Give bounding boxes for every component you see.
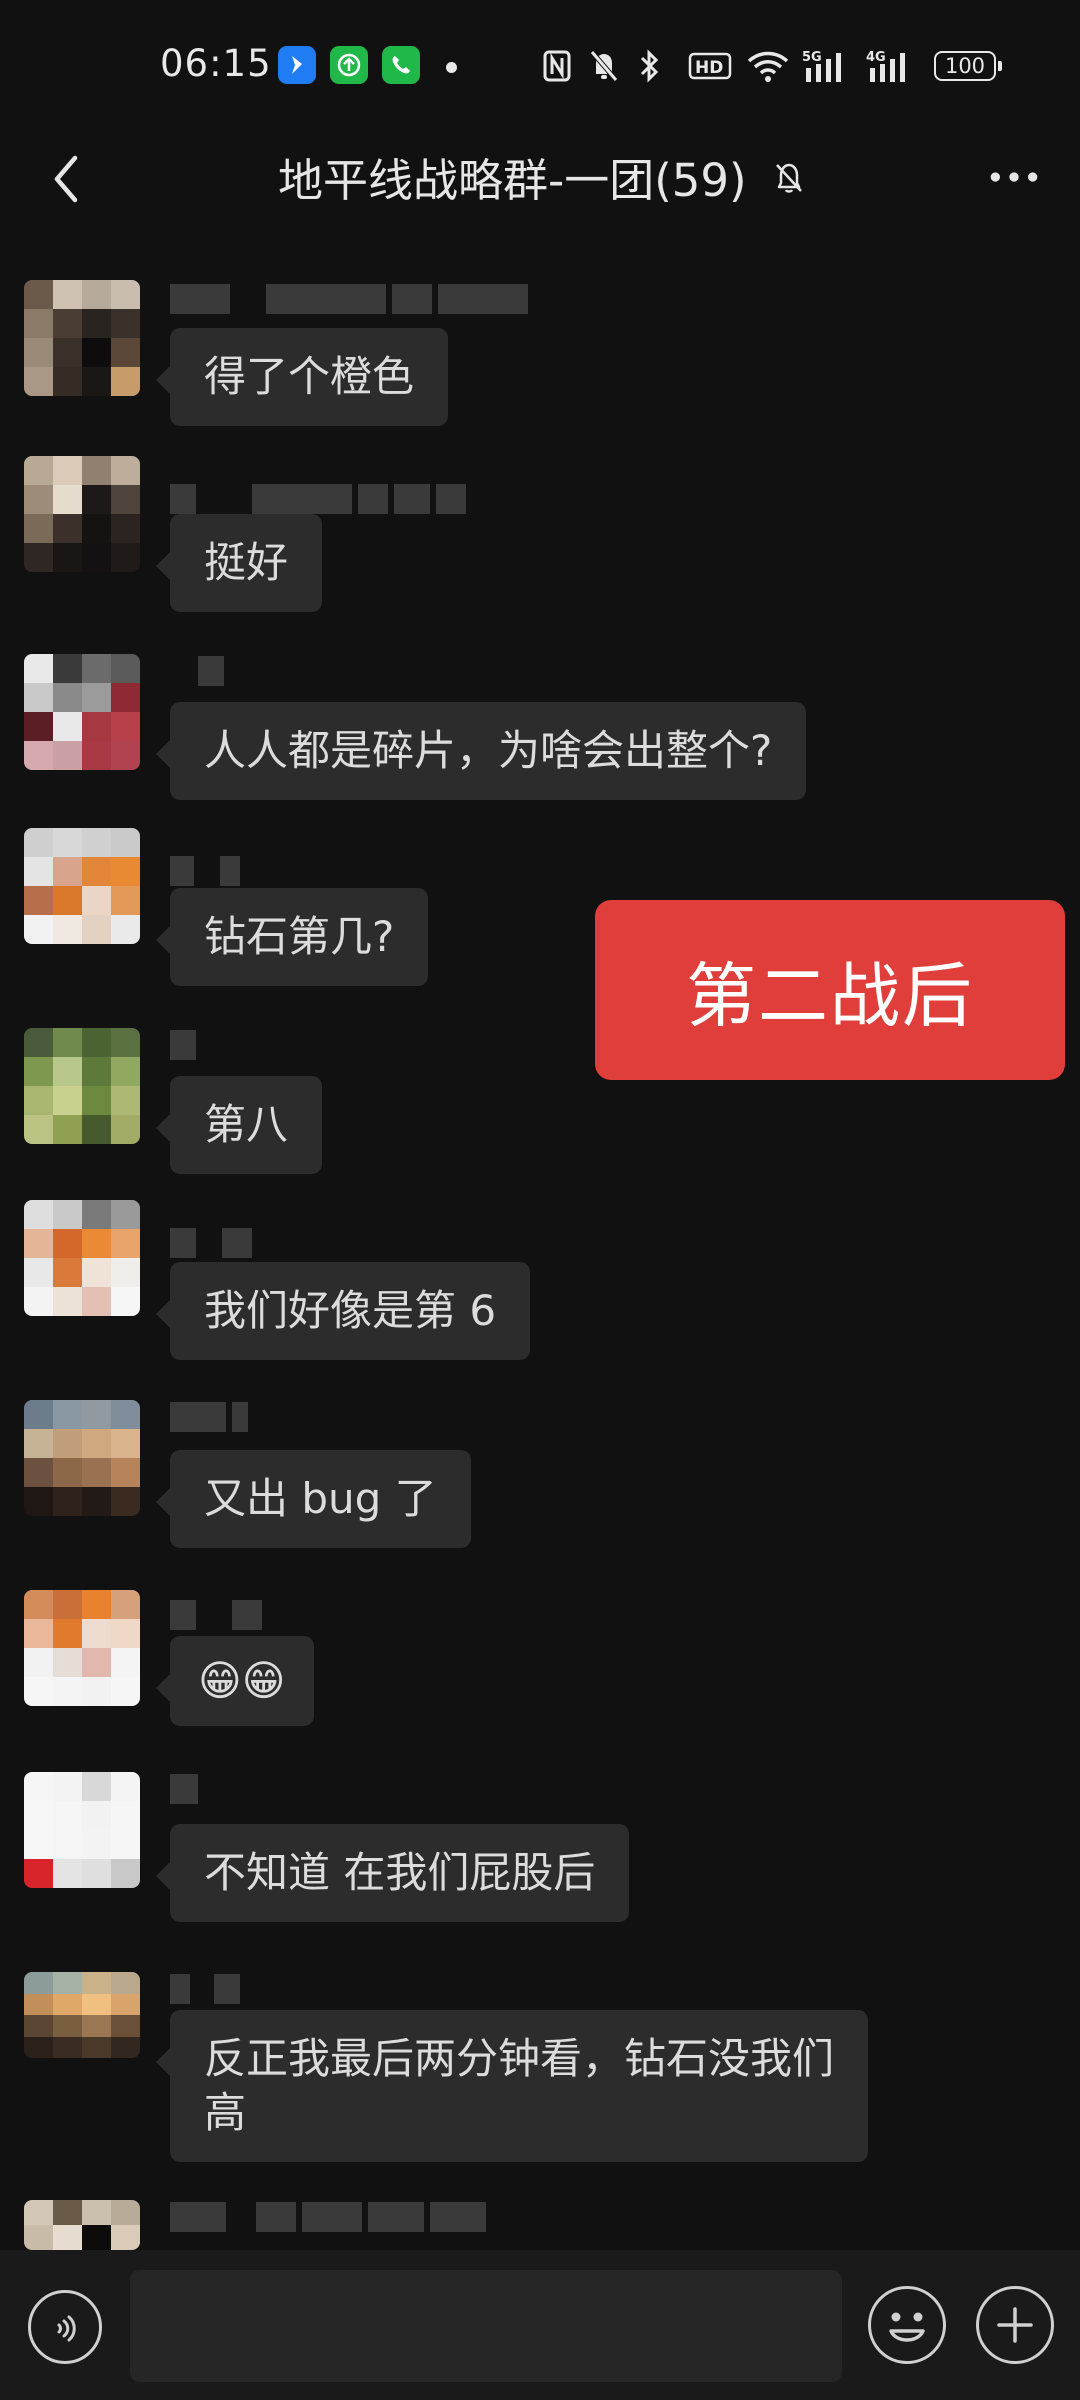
wifi-icon: [746, 48, 790, 84]
message-bubble[interactable]: 人人都是碎片，为啥会出整个?: [155, 702, 807, 800]
avatar[interactable]: [24, 2200, 140, 2250]
plus-icon: [997, 2307, 1033, 2343]
message-bubble[interactable]: 第八: [155, 1076, 323, 1174]
sender-name: [170, 2202, 486, 2232]
chevron-left-icon: [54, 155, 78, 203]
sender-name: [170, 1402, 248, 1432]
message-bubble[interactable]: 挺好: [155, 514, 323, 612]
sender-name: [170, 484, 466, 514]
nfc-icon: [542, 48, 572, 84]
phone-notification-icon: [382, 46, 420, 84]
message-bubble[interactable]: 又出 bug 了: [156, 1450, 471, 1548]
chat-title-group[interactable]: 地平线战略群-一团(59): [278, 144, 809, 209]
message-bubble[interactable]: 钻石第几?: [155, 888, 429, 986]
avatar[interactable]: [24, 1200, 140, 1316]
sender-name: [170, 1228, 252, 1258]
app-notification-icon: [278, 46, 316, 84]
message-bubble[interactable]: 😁😁: [156, 1636, 314, 1726]
avatar[interactable]: [24, 828, 140, 944]
sender-name: [170, 856, 240, 886]
message-bubble[interactable]: 得了个橙色: [155, 328, 449, 426]
sender-name: [170, 1974, 240, 2004]
bluetooth-icon: [636, 48, 662, 84]
avatar[interactable]: [24, 654, 140, 770]
message-bubble[interactable]: 不知道 在我们屁股后: [155, 1824, 630, 1922]
avatar[interactable]: [24, 1590, 140, 1706]
sender-name: [170, 656, 224, 686]
svg-text:4G: 4G: [866, 50, 886, 65]
avatar[interactable]: [24, 1972, 140, 2058]
avatar[interactable]: [24, 456, 140, 572]
chat-title: 地平线战略群-一团(59): [278, 154, 747, 207]
chat-screen: 06:15 HD 5G 4G 100 地平线战略群-一团(59) 得了个橙色 挺…: [0, 0, 1080, 2400]
sender-name: [170, 284, 528, 314]
avatar[interactable]: [24, 280, 140, 396]
status-bar: 06:15 HD 5G 4G 100: [0, 0, 1080, 130]
avatar[interactable]: [24, 1028, 140, 1144]
more-dots-icon: [990, 172, 1038, 182]
voice-button[interactable]: [28, 2290, 102, 2364]
voice-icon: [57, 2315, 76, 2342]
avatar[interactable]: [24, 1772, 140, 1888]
signal-4g-icon: 4G: [866, 48, 916, 84]
overlay-tag: 第二战后: [595, 900, 1065, 1080]
bell-off-icon: [775, 163, 802, 193]
signal-5g-icon: 5G: [802, 48, 852, 84]
mute-status-icon: [588, 48, 620, 84]
emoji-icon: [889, 2312, 925, 2342]
more-notifications-dot: [446, 62, 457, 73]
svg-text:5G: 5G: [802, 50, 822, 65]
plus-button[interactable]: [976, 2286, 1054, 2364]
status-time: 06:15: [160, 42, 272, 85]
emoji-button[interactable]: [868, 2286, 946, 2364]
battery-icon: 100: [934, 51, 1002, 81]
upload-notification-icon: [330, 46, 368, 84]
hd-voice-icon: HD: [688, 48, 732, 84]
chat-header: 地平线战略群-一团(59): [0, 130, 1080, 230]
more-button[interactable]: [984, 152, 1044, 202]
back-button[interactable]: [36, 144, 96, 214]
sender-name: [170, 1030, 196, 1060]
svg-text:HD: HD: [695, 58, 723, 78]
message-bubble[interactable]: 反正我最后两分钟看，钻石没我们 高: [155, 2010, 869, 2162]
sender-name: [170, 1600, 262, 1630]
avatar[interactable]: [24, 1400, 140, 1516]
sender-name: [170, 1774, 198, 1804]
message-input[interactable]: [130, 2270, 842, 2382]
message-bubble[interactable]: 我们好像是第 6: [155, 1262, 531, 1360]
input-bar: [0, 2250, 1080, 2400]
